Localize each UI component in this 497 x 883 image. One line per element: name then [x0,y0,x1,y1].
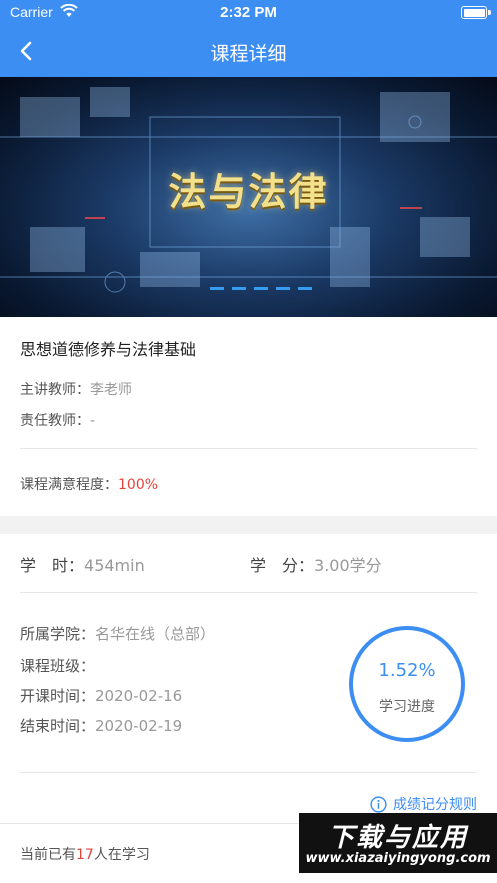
divider [20,448,477,449]
end-date-label: 结束时间： [20,717,96,735]
status-time: 2:32 PM [220,4,277,21]
divider [20,592,477,593]
lecturer-value: 李老师 [90,382,132,398]
watermark-title: 下载与应用 [327,823,468,853]
end-date-row: 结束时间：2020-02-19 [20,715,182,736]
course-name: 思想道德修养与法律基础 [20,340,197,359]
lecturer-label: 主讲教师： [20,382,90,398]
credits-row: 学 分：3.00学分 [250,552,382,576]
satisfaction-row: 课程满意程度：100% [20,474,158,494]
battery-icon [461,6,487,19]
start-date-label: 开课时间： [20,687,96,705]
watermark-url: www.xiazaiyingyong.com [305,851,491,866]
credits-label: 学 分： [250,556,315,575]
satisfaction-label: 课程满意程度： [20,477,118,493]
hours-row: 学 时：454min [20,552,145,576]
grading-rules-label: 成绩记分规则 [393,797,477,813]
progress-label: 学习进度 [379,699,435,715]
learners-count: 17 [76,847,94,863]
start-date-row: 开课时间：2020-02-16 [20,685,182,706]
class-label: 课程班级： [20,657,96,675]
start-date-value: 2020-02-16 [95,687,183,705]
status-bar: Carrier 2:32 PM [0,0,497,26]
banner-title: 法与法律 [168,170,329,214]
progress-circle: 1.52% 学习进度 [349,626,465,742]
section-separator [0,516,497,534]
hours-value: 454min [84,556,145,575]
battery-tip [488,10,491,15]
responsible-teacher-row: 责任教师：- [20,410,95,430]
progress-percent: 1.52% [378,660,436,681]
divider [20,772,477,773]
lecturer-row: 主讲教师：李老师 [20,379,132,399]
credits-value: 3.00学分 [314,556,382,575]
navigation-bar: Carrier 2:32 PM 课程详细 [0,0,497,77]
college-value: 名华在线（总部） [95,625,216,643]
course-banner-image: 法与法律 [0,77,497,317]
watermark-logo: 下载与应用 www.xiazaiyingyong.com [299,813,497,873]
end-date-value: 2020-02-19 [95,717,183,735]
hours-label: 学 时： [20,556,85,575]
page-title: 课程详细 [210,43,287,65]
responsible-teacher-value: - [90,413,96,429]
learners-suffix: 人在学习 [93,847,150,863]
college-label: 所属学院： [20,625,96,643]
learners-prefix: 当前已有 [20,847,76,863]
grading-rules-link[interactable]: 成绩记分规则 [370,794,477,814]
satisfaction-value: 100% [118,477,159,493]
college-row: 所属学院：名华在线（总部） [20,623,215,644]
learners-count-text: 当前已有17人在学习 [20,844,150,864]
info-icon [370,795,387,813]
class-row: 课程班级： [20,655,95,676]
responsible-teacher-label: 责任教师： [20,413,90,429]
